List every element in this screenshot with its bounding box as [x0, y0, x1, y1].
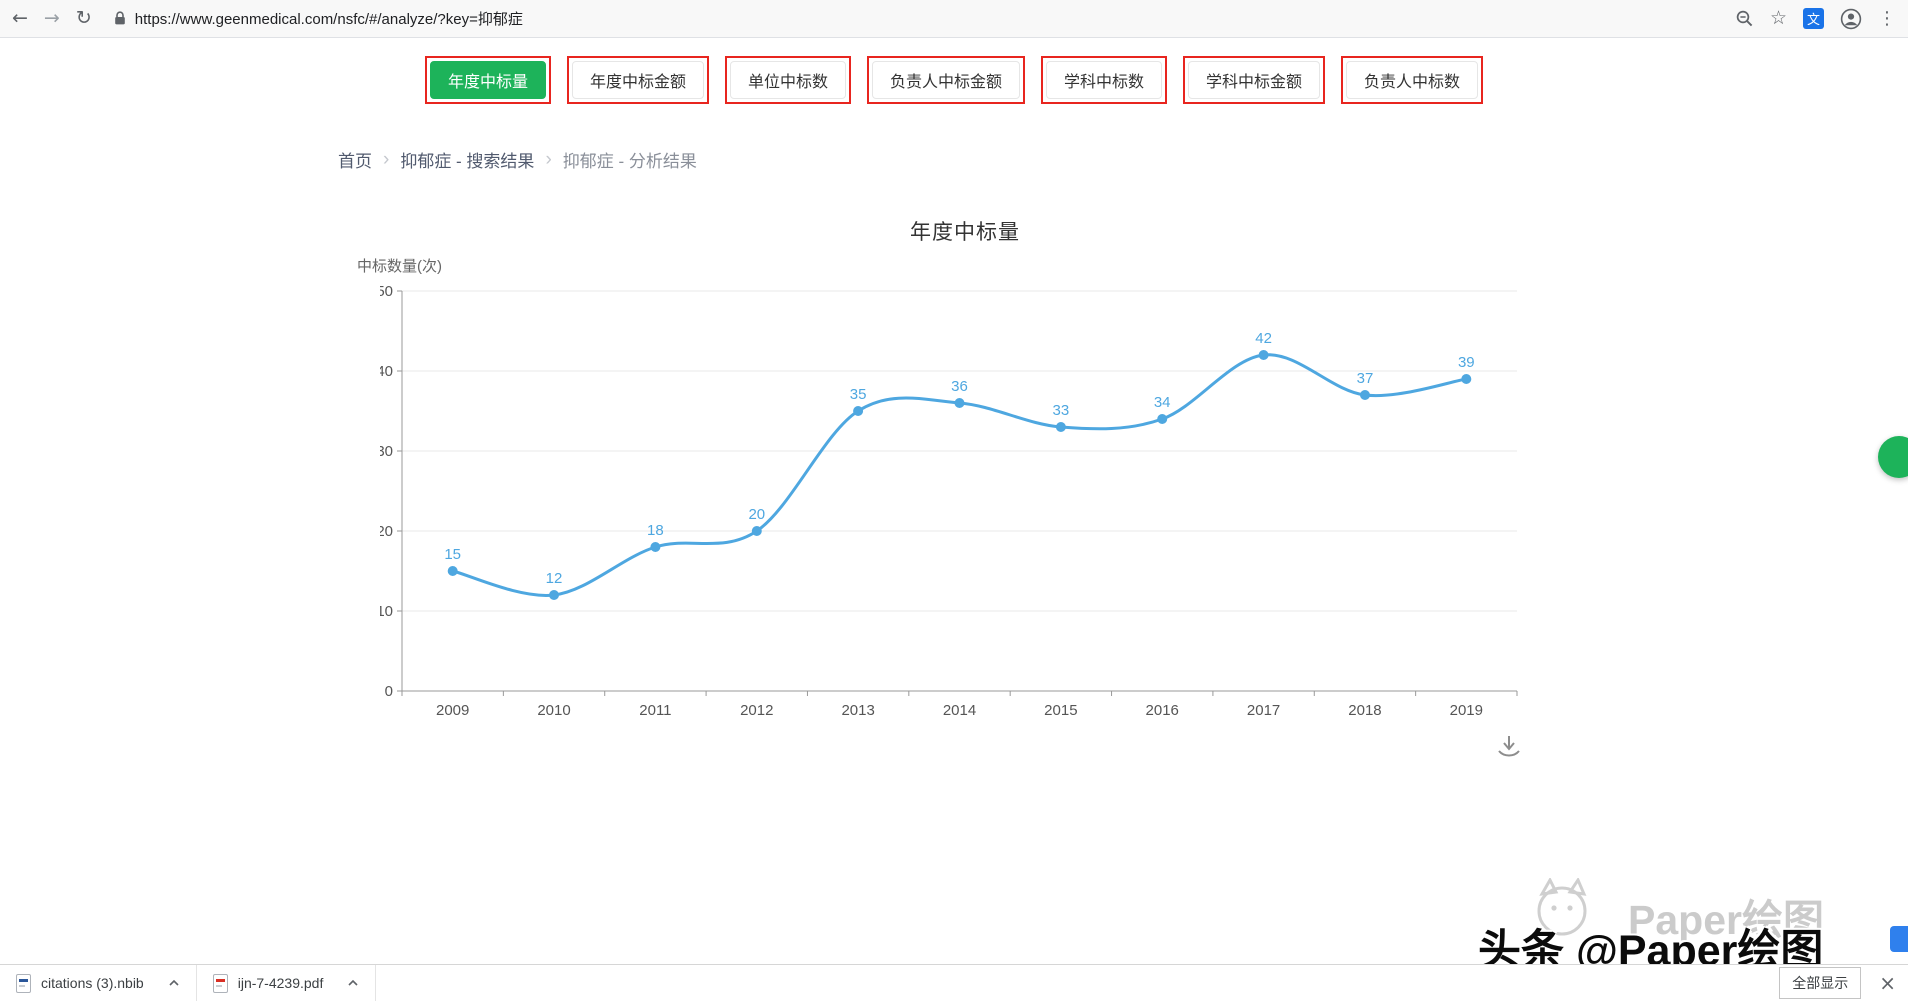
toolbar-right-icons: ☆ 文 ⋮	[1735, 8, 1896, 30]
menu-kebab-icon[interactable]: ⋮	[1878, 10, 1896, 28]
y-axis-label: 中标数量(次)	[357, 255, 442, 276]
x-tick-label: 2011	[639, 702, 671, 719]
data-label: 39	[1458, 354, 1475, 371]
back-icon[interactable]: ←	[12, 9, 28, 28]
data-point[interactable]	[650, 542, 660, 552]
data-label: 42	[1255, 330, 1272, 347]
data-label: 36	[951, 378, 968, 395]
bookmark-star-icon[interactable]: ☆	[1770, 9, 1787, 28]
downloads-bar-right: 全部显示 ×	[1779, 965, 1908, 1001]
profile-avatar-icon[interactable]	[1840, 8, 1862, 30]
breadcrumb-item[interactable]: 首页	[338, 147, 372, 172]
download-filename: citations (3).nbib	[41, 975, 144, 991]
download-filename: ijn-7-4239.pdf	[238, 975, 324, 991]
annotation-box: 负责人中标数	[1341, 56, 1483, 104]
annotation-box: 年度中标量	[425, 56, 551, 104]
analysis-tab[interactable]: 年度中标金额	[572, 61, 704, 99]
data-point[interactable]	[1056, 422, 1066, 432]
analysis-tab[interactable]: 负责人中标金额	[872, 61, 1020, 99]
line-chart: 0102030405020092010201120122013201420152…	[380, 278, 1550, 728]
y-tick-label: 50	[380, 283, 393, 300]
chat-widget-icon[interactable]	[1890, 926, 1908, 952]
data-point[interactable]	[1259, 350, 1269, 360]
x-tick-label: 2009	[436, 702, 469, 719]
save-image-icon[interactable]	[1494, 731, 1524, 761]
x-tick-label: 2013	[841, 702, 874, 719]
data-point[interactable]	[1461, 374, 1471, 384]
breadcrumb-item[interactable]: 抑郁症 - 搜索结果	[400, 147, 534, 172]
y-tick-label: 20	[380, 523, 393, 540]
data-point[interactable]	[853, 406, 863, 416]
x-tick-label: 2016	[1146, 702, 1179, 719]
y-tick-label: 40	[380, 363, 393, 380]
zoom-icon[interactable]	[1735, 9, 1754, 28]
translate-extension-icon[interactable]: 文	[1803, 8, 1824, 29]
analysis-tab[interactable]: 负责人中标数	[1346, 61, 1478, 99]
breadcrumb-item[interactable]: 抑郁症 - 分析结果	[563, 147, 697, 172]
data-label: 12	[546, 570, 563, 587]
data-point[interactable]	[448, 566, 458, 576]
analysis-tab[interactable]: 学科中标金额	[1188, 61, 1320, 99]
breadcrumb: 首页 › 抑郁症 - 搜索结果 › 抑郁症 - 分析结果	[338, 147, 697, 172]
download-item[interactable]: citations (3).nbib	[0, 965, 197, 1001]
annotation-box: 年度中标金额	[567, 56, 709, 104]
download-item[interactable]: ijn-7-4239.pdf	[197, 965, 377, 1001]
x-tick-label: 2010	[537, 702, 570, 719]
analysis-tab[interactable]: 单位中标数	[730, 61, 846, 99]
annotation-box: 负责人中标金额	[867, 56, 1025, 104]
floating-badge[interactable]	[1878, 436, 1908, 478]
downloads-bar: citations (3).nbib ijn-7-4239.pdf 全部显示 ×	[0, 964, 1908, 1001]
annotation-box: 学科中标数	[1041, 56, 1167, 104]
annotation-box: 单位中标数	[725, 56, 851, 104]
breadcrumb-separator-icon: ›	[383, 150, 389, 169]
y-tick-label: 0	[385, 683, 393, 700]
url-text[interactable]: https://www.geenmedical.com/nsfc/#/analy…	[135, 8, 523, 29]
data-label: 18	[647, 522, 664, 539]
data-point[interactable]	[1360, 390, 1370, 400]
chevron-up-icon[interactable]	[347, 979, 359, 987]
browser-toolbar: ← → ↻ https://www.geenmedical.com/nsfc/#…	[0, 0, 1908, 38]
data-point[interactable]	[549, 590, 559, 600]
file-icon	[213, 974, 228, 993]
downloads-bar-items: citations (3).nbib ijn-7-4239.pdf	[0, 965, 376, 1001]
x-tick-label: 2015	[1044, 702, 1077, 719]
browser-window: ← → ↻ https://www.geenmedical.com/nsfc/#…	[0, 0, 1908, 1001]
x-tick-label: 2019	[1450, 702, 1483, 719]
annotation-box: 学科中标金额	[1183, 56, 1325, 104]
lock-icon	[114, 11, 126, 26]
refresh-icon[interactable]: ↻	[76, 9, 92, 28]
address-bar[interactable]: https://www.geenmedical.com/nsfc/#/analy…	[114, 8, 523, 29]
data-label: 15	[444, 546, 461, 563]
x-tick-label: 2012	[740, 702, 773, 719]
show-all-downloads-button[interactable]: 全部显示	[1779, 967, 1861, 999]
data-point[interactable]	[955, 398, 965, 408]
x-tick-label: 2017	[1247, 702, 1280, 719]
close-downloads-icon[interactable]: ×	[1879, 973, 1896, 993]
data-label: 35	[850, 386, 867, 403]
y-tick-label: 30	[380, 443, 393, 460]
analysis-tab[interactable]: 学科中标数	[1046, 61, 1162, 99]
x-tick-label: 2014	[943, 702, 976, 719]
tabs-row: 年度中标量年度中标金额单位中标数负责人中标金额学科中标数学科中标金额负责人中标数	[0, 56, 1908, 104]
x-tick-label: 2018	[1348, 702, 1381, 719]
chart-title: 年度中标量	[380, 216, 1550, 246]
data-point[interactable]	[752, 526, 762, 536]
forward-icon[interactable]: →	[44, 9, 60, 28]
data-label: 34	[1154, 394, 1171, 411]
chevron-up-icon[interactable]	[168, 979, 180, 987]
breadcrumb-separator-icon: ›	[545, 150, 551, 169]
analysis-tab[interactable]: 年度中标量	[430, 61, 546, 99]
file-icon	[16, 974, 31, 993]
data-label: 20	[748, 506, 765, 523]
data-point[interactable]	[1157, 414, 1167, 424]
data-label: 33	[1053, 402, 1070, 419]
data-label: 37	[1357, 370, 1374, 387]
y-tick-label: 10	[380, 603, 393, 620]
